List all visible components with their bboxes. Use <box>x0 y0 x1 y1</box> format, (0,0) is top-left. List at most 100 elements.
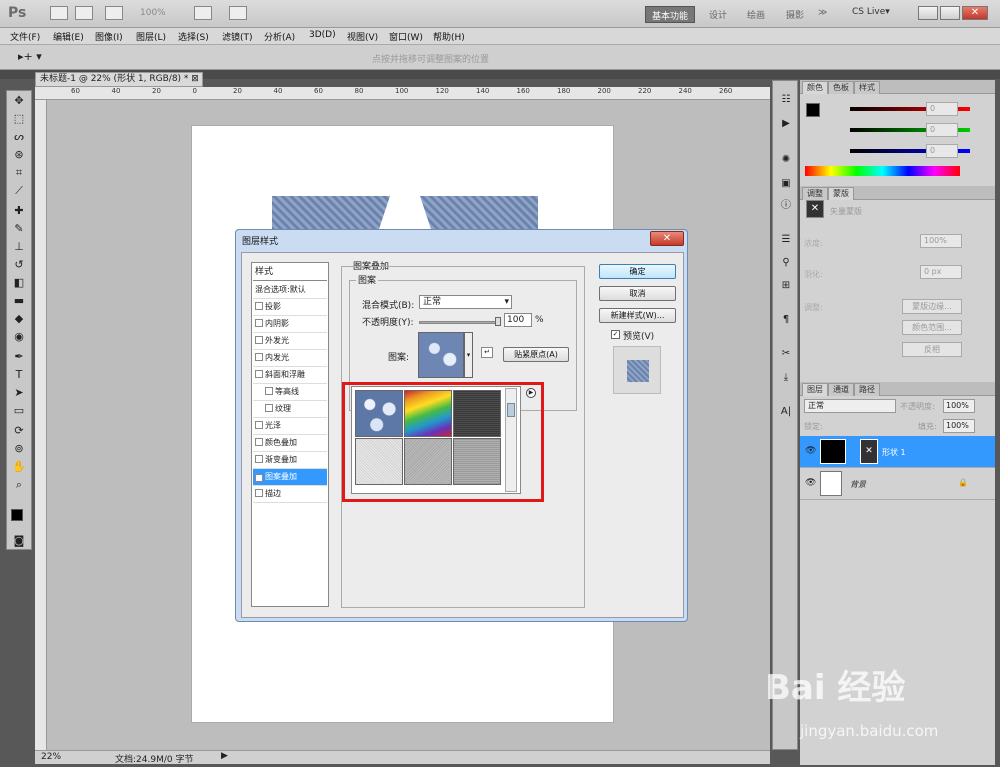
menu-analysis[interactable]: 分析(A) <box>264 30 295 43</box>
workspace-design[interactable]: 设计 <box>703 6 733 23</box>
quick-select-icon[interactable]: ⊛ <box>11 148 27 162</box>
style-item[interactable]: 等高线 <box>253 384 327 401</box>
layer-blend-select[interactable]: 正常 <box>804 399 896 413</box>
pen-icon[interactable]: ✒ <box>11 350 27 364</box>
style-item[interactable]: 内阴影 <box>253 316 327 333</box>
tab-channels[interactable]: 通道 <box>828 383 854 396</box>
style-item[interactable]: 投影 <box>253 299 327 316</box>
layer-row-background[interactable]: 👁 背景 🔒 <box>800 468 995 500</box>
hand-icon[interactable]: ✋ <box>11 460 27 474</box>
eyedropper-icon[interactable]: ⟋ <box>11 184 27 198</box>
cancel-button[interactable]: 取消 <box>599 286 676 301</box>
image-panel-icon[interactable]: ▣ <box>778 177 794 191</box>
style-item[interactable]: 混合选项:默认 <box>253 282 327 299</box>
quickmask-icon[interactable]: ◙ <box>11 534 27 548</box>
minimize-button[interactable] <box>918 6 938 20</box>
history-panel-icon[interactable]: ☷ <box>778 93 794 107</box>
actions-panel-icon[interactable]: ▶ <box>778 117 794 131</box>
color-range-button[interactable]: 颜色范围... <box>902 320 962 335</box>
adjust-icon[interactable]: ⊞ <box>778 279 794 293</box>
style-checkbox[interactable] <box>255 455 263 463</box>
menu-3d[interactable]: 3D(D) <box>309 30 336 40</box>
style-checkbox[interactable] <box>255 336 263 344</box>
arrange-docs-icon[interactable] <box>194 6 212 20</box>
menu-image[interactable]: 图像(I) <box>95 30 123 43</box>
pattern-thumb[interactable] <box>418 332 464 378</box>
marquee-icon[interactable]: ⬚ <box>11 112 27 126</box>
blur-icon[interactable]: ◆ <box>11 312 27 326</box>
menu-help[interactable]: 帮助(H) <box>433 30 465 43</box>
style-item[interactable]: 内发光 <box>253 350 327 367</box>
invert-button[interactable]: 反相 <box>902 342 962 357</box>
layer-opacity-value[interactable]: 100% <box>943 399 975 413</box>
eraser-icon[interactable]: ◧ <box>11 276 27 290</box>
menu-view[interactable]: 视图(V) <box>347 30 378 43</box>
history-brush-icon[interactable]: ↺ <box>11 258 27 272</box>
workspace-more[interactable]: ≫ <box>812 6 833 23</box>
gradient-icon[interactable]: ▬ <box>11 294 27 308</box>
style-item[interactable]: 纹理 <box>253 401 327 418</box>
style-checkbox[interactable] <box>255 353 263 361</box>
tab-swatches[interactable]: 色板 <box>828 81 854 94</box>
status-zoom[interactable]: 22% <box>41 752 61 762</box>
clone-source-icon[interactable]: ⚲ <box>778 256 794 270</box>
layer-row-shape[interactable]: 👁 ✕ 形状 1 <box>800 436 995 468</box>
snap-origin-button[interactable]: 贴紧原点(A) <box>503 347 569 362</box>
feather-value[interactable]: 0 px <box>920 265 962 279</box>
tab-adjustments[interactable]: 调整 <box>802 187 828 200</box>
opacity-input[interactable]: 100 <box>504 313 532 327</box>
new-style-button[interactable]: 新建样式(W)... <box>599 308 676 323</box>
layer-name[interactable]: 形状 1 <box>882 447 906 458</box>
char-icon[interactable]: A| <box>778 405 794 419</box>
move-tool-icon[interactable]: ▸+ ▾ <box>18 50 42 63</box>
style-item[interactable]: ✓ 图案叠加 <box>253 469 327 486</box>
lasso-icon[interactable]: ᔕ <box>11 130 27 144</box>
tools-icon[interactable]: ✂ <box>778 347 794 361</box>
status-arrow-icon[interactable]: ▶ <box>221 751 228 761</box>
bridge-icon[interactable] <box>50 6 68 20</box>
style-checkbox[interactable] <box>255 319 263 327</box>
menu-file[interactable]: 文件(F) <box>10 30 40 43</box>
style-checkbox[interactable] <box>255 489 263 497</box>
style-item[interactable]: 颜色叠加 <box>253 435 327 452</box>
brush-icon[interactable]: ✎ <box>11 222 27 236</box>
info-panel-icon[interactable]: ⓘ <box>778 199 794 213</box>
pattern-picker-arrow-icon[interactable]: ▾ <box>464 332 473 378</box>
minibridge-icon[interactable] <box>75 6 93 20</box>
stamp-icon[interactable]: ⊥ <box>11 240 27 254</box>
preview-checkbox[interactable]: ✓ <box>611 330 620 339</box>
tab-styles[interactable]: 样式 <box>854 81 880 94</box>
ok-button[interactable]: 确定 <box>599 264 676 279</box>
mask-edge-button[interactable]: 蒙版边缘... <box>902 299 962 314</box>
style-checkbox[interactable] <box>265 404 273 412</box>
menu-window[interactable]: 窗口(W) <box>389 30 423 43</box>
new-preset-icon[interactable]: ↵ <box>481 347 493 358</box>
menu-edit[interactable]: 编辑(E) <box>53 30 84 43</box>
shape-icon[interactable]: ▭ <box>11 404 27 418</box>
nav-icon[interactable]: ⤓ <box>778 371 794 385</box>
style-checkbox[interactable]: ✓ <box>255 474 263 482</box>
tab-layers[interactable]: 图层 <box>802 383 828 396</box>
style-item[interactable]: 斜面和浮雕 <box>253 367 327 384</box>
blend-select[interactable]: 正常 ▾ <box>419 295 512 309</box>
cs-live[interactable]: CS Live▾ <box>852 7 890 17</box>
styles-header[interactable]: 样式 <box>253 264 327 281</box>
document-tab[interactable]: 未标题-1 @ 22% (形状 1, RGB/8) * ⊠ <box>35 72 203 87</box>
style-checkbox[interactable] <box>265 387 273 395</box>
opacity-slider-thumb[interactable] <box>495 317 501 326</box>
menu-filter[interactable]: 滤镜(T) <box>222 30 253 43</box>
b-value[interactable]: 0 <box>926 144 958 158</box>
crop-icon[interactable]: ⌗ <box>11 166 27 180</box>
style-checkbox[interactable] <box>255 302 263 310</box>
workspace-basic[interactable]: 基本功能 <box>645 6 696 23</box>
opacity-slider[interactable] <box>419 321 497 324</box>
dodge-icon[interactable]: ◉ <box>11 330 27 344</box>
tool-presets-icon[interactable]: ☰ <box>778 233 794 247</box>
color-spectrum[interactable] <box>805 166 960 176</box>
screen-mode-icon[interactable] <box>229 6 247 20</box>
visibility-eye-icon[interactable]: 👁 <box>805 478 816 488</box>
tab-color[interactable]: 颜色 <box>802 81 828 94</box>
brush-panel-icon[interactable]: ✺ <box>778 153 794 167</box>
close-button[interactable]: ✕ <box>962 6 988 20</box>
workspace-painting[interactable]: 绘画 <box>741 6 771 23</box>
